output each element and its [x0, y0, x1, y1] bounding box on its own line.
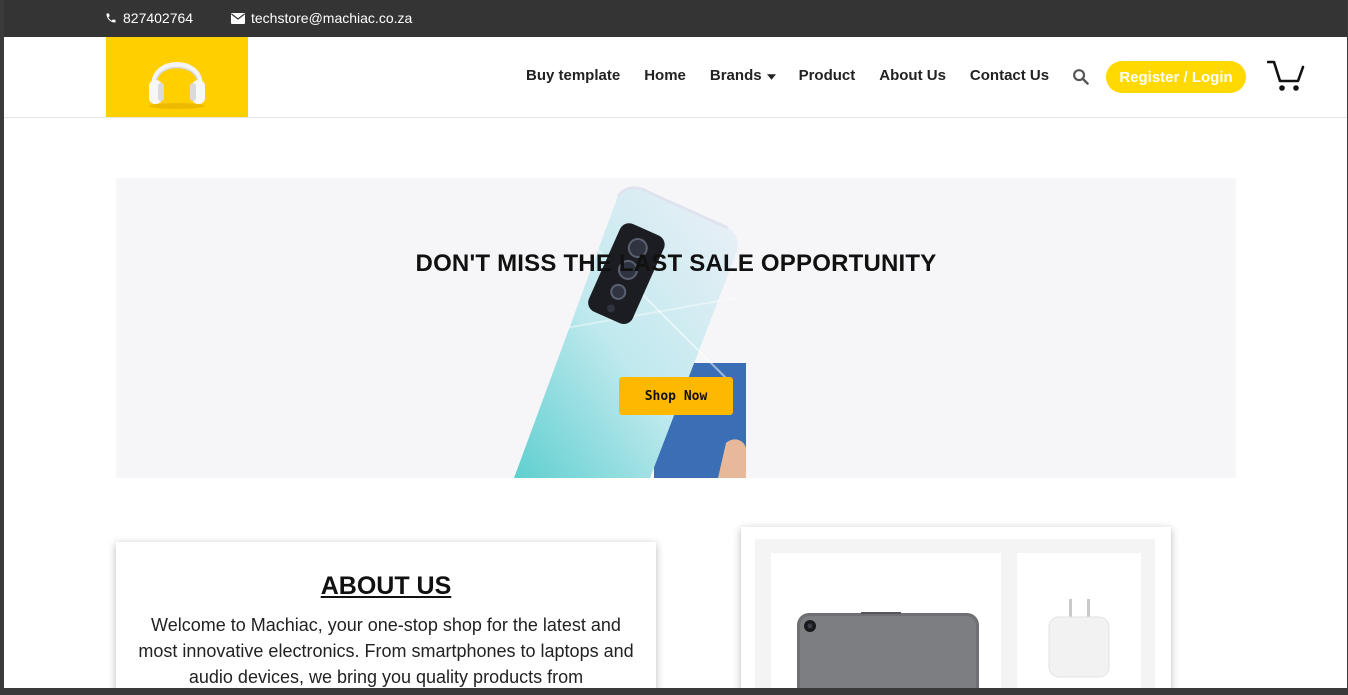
search-button[interactable] — [1072, 68, 1089, 90]
email-address: techstore@machiac.co.za — [251, 10, 413, 26]
sale-banner: DON'T MISS THE LAST SALE OPPORTUNITY Sho… — [116, 178, 1236, 478]
nav-home[interactable]: Home — [644, 67, 686, 84]
register-login-button[interactable]: Register / Login — [1106, 61, 1246, 93]
product-grid — [755, 539, 1155, 688]
about-us-title: ABOUT US — [320, 572, 452, 600]
nav-label: Contact Us — [969, 67, 1050, 84]
phone-icon — [105, 12, 117, 24]
product-tile-charger[interactable] — [1017, 553, 1141, 688]
nav-label: Home — [644, 67, 686, 84]
nav-label: Buy template — [526, 67, 621, 84]
smartphone-image — [514, 186, 746, 478]
nav-label: Product — [798, 67, 856, 84]
shop-now-button[interactable]: Shop Now — [619, 377, 733, 415]
about-us-card: ABOUT US Welcome to Machiac, your one-st… — [116, 542, 656, 688]
register-login-label: Register / Login — [1119, 68, 1233, 86]
nav-label: Brands — [709, 67, 762, 84]
nav-brands[interactable]: Brands — [710, 67, 776, 84]
charger-image — [1048, 599, 1110, 678]
nav-contact-us[interactable]: Contact Us — [970, 67, 1049, 84]
caret-down-icon — [766, 67, 776, 84]
headphones-logo — [149, 62, 205, 109]
nav-product[interactable]: Product — [799, 67, 856, 84]
cart-icon — [1266, 60, 1305, 91]
page: 827402764 techstore@machiac.co.za Buy te… — [4, 0, 1347, 688]
cart-button[interactable] — [1266, 59, 1305, 98]
nav-about-us[interactable]: About Us — [879, 67, 946, 84]
banner-headline: DON'T MISS THE LAST SALE OPPORTUNITY — [415, 250, 937, 277]
nav-buy-template[interactable]: Buy template — [526, 67, 620, 84]
about-us-text: Welcome to Machiac, your one-stop shop f… — [138, 615, 634, 687]
phone-number: 827402764 — [123, 10, 194, 26]
phone-contact[interactable]: 827402764 — [105, 10, 193, 26]
product-showcase — [741, 527, 1171, 688]
email-contact[interactable]: techstore@machiac.co.za — [231, 10, 412, 26]
site-header: Buy template Home Brands Product About U… — [4, 37, 1347, 118]
envelope-icon — [231, 12, 245, 24]
main-nav: Buy template Home Brands Product About U… — [526, 67, 1073, 84]
search-icon — [1073, 69, 1089, 85]
top-bar: 827402764 techstore@machiac.co.za — [4, 0, 1347, 37]
product-tile-tablet[interactable] — [771, 553, 1001, 688]
tablet-image — [797, 612, 979, 688]
site-logo[interactable] — [106, 37, 248, 117]
nav-label: About Us — [879, 67, 946, 84]
